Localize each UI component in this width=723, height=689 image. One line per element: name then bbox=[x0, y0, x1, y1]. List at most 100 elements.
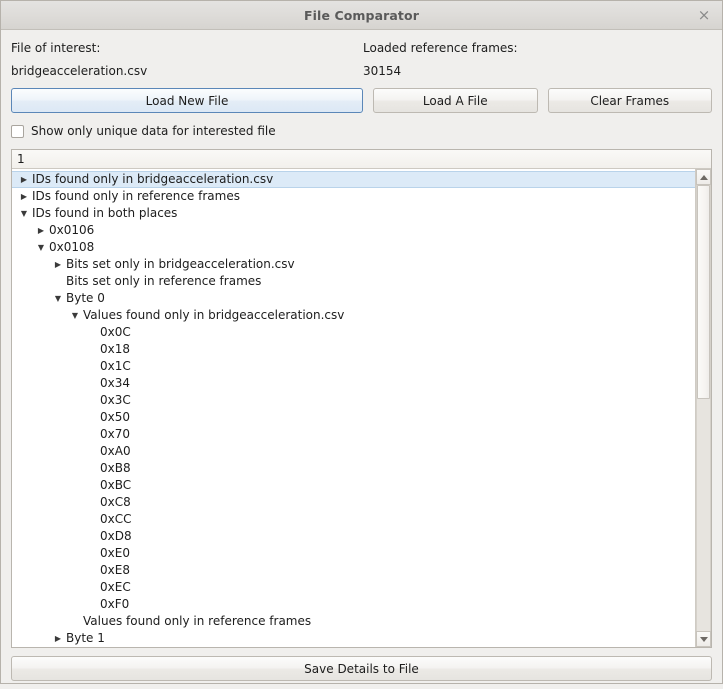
tree-row-label: IDs found in both places bbox=[32, 205, 181, 222]
tree-expander-expanded-icon[interactable]: ▼ bbox=[16, 205, 32, 222]
tree-row-content[interactable]: ▶0xCC bbox=[80, 511, 695, 528]
clear-frames-button[interactable]: Clear Frames bbox=[548, 88, 713, 113]
comparison-tree-view[interactable]: 1 ▶IDs found only in bridgeacceleration.… bbox=[11, 149, 712, 648]
tree-row-content[interactable]: ▶0xE0 bbox=[80, 545, 695, 562]
tree-expander-placeholder: ▶ bbox=[84, 528, 100, 545]
tree-expander-expanded-icon[interactable]: ▼ bbox=[50, 290, 66, 307]
tree-row[interactable]: ▶0x3C bbox=[12, 392, 695, 409]
tree-row[interactable]: ▶IDs found only in reference frames bbox=[12, 188, 695, 205]
footer-row: Save Details to File bbox=[11, 656, 712, 681]
tree-row-content[interactable]: ▶0x50 bbox=[80, 409, 695, 426]
tree-row[interactable]: ▶0xB8 bbox=[12, 460, 695, 477]
tree-row[interactable]: ▶0x50 bbox=[12, 409, 695, 426]
tree-expander-collapsed-icon[interactable]: ▶ bbox=[50, 630, 66, 647]
tree-row[interactable]: ▶0x1C bbox=[12, 358, 695, 375]
close-icon[interactable]: × bbox=[694, 5, 714, 25]
tree-row[interactable]: ▶0xC8 bbox=[12, 494, 695, 511]
tree-row-content[interactable]: ▶0x3C bbox=[80, 392, 695, 409]
tree-row[interactable]: ▶Byte 1 bbox=[12, 630, 695, 647]
tree-row[interactable]: ▶Bits set only in reference frames bbox=[12, 273, 695, 290]
tree-row-content[interactable]: ▶0x1C bbox=[80, 358, 695, 375]
tree-row-label: Byte 1 bbox=[66, 630, 109, 647]
tree-row-content[interactable]: ▶0xC8 bbox=[80, 494, 695, 511]
tree-row-content[interactable]: ▶Byte 1 bbox=[46, 630, 695, 647]
tree-row-content[interactable]: ▶0xBC bbox=[80, 477, 695, 494]
tree-row-content[interactable]: ▶0xA0 bbox=[80, 443, 695, 460]
tree-row-content[interactable]: ▶IDs found only in bridgeacceleration.cs… bbox=[12, 171, 695, 188]
tree-row-content[interactable]: ▶0xD8 bbox=[80, 528, 695, 545]
show-only-unique-label[interactable]: Show only unique data for interested fil… bbox=[31, 124, 276, 138]
loaded-reference-frames-group: Loaded reference frames: 30154 bbox=[363, 40, 712, 79]
tree-row-content[interactable]: ▶Bits set only in bridgeacceleration.csv bbox=[46, 256, 695, 273]
tree-expander-placeholder: ▶ bbox=[84, 358, 100, 375]
tree-row[interactable]: ▶0x70 bbox=[12, 426, 695, 443]
tree-row-label: 0xEC bbox=[100, 579, 135, 596]
tree-expander-collapsed-icon[interactable]: ▶ bbox=[16, 188, 32, 205]
tree-row[interactable]: ▶0xBC bbox=[12, 477, 695, 494]
tree-expander-placeholder: ▶ bbox=[84, 511, 100, 528]
tree-row-label: 0x18 bbox=[100, 341, 134, 358]
tree-row-label: Values found only in bridgeacceleration.… bbox=[83, 307, 348, 324]
tree-expander-expanded-icon[interactable]: ▼ bbox=[33, 239, 49, 256]
tree-expander-placeholder: ▶ bbox=[67, 613, 83, 630]
tree-column-header[interactable]: 1 bbox=[12, 150, 711, 169]
tree-row-label: 0x0C bbox=[100, 324, 135, 341]
tree-row-content[interactable]: ▶0xB8 bbox=[80, 460, 695, 477]
tree-row-content[interactable]: ▶0xEC bbox=[80, 579, 695, 596]
tree-rows-container[interactable]: ▶IDs found only in bridgeacceleration.cs… bbox=[12, 169, 695, 647]
tree-row[interactable]: ▶0xA0 bbox=[12, 443, 695, 460]
tree-expander-collapsed-icon[interactable]: ▶ bbox=[50, 256, 66, 273]
tree-row-content[interactable]: ▶0x18 bbox=[80, 341, 695, 358]
tree-row-content[interactable]: ▶Bits set only in reference frames bbox=[46, 273, 695, 290]
tree-row[interactable]: ▼0x0108 bbox=[12, 239, 695, 256]
tree-row[interactable]: ▼Values found only in bridgeacceleration… bbox=[12, 307, 695, 324]
tree-row-content[interactable]: ▼Values found only in bridgeacceleration… bbox=[63, 307, 695, 324]
tree-expander-placeholder: ▶ bbox=[84, 324, 100, 341]
tree-row-content[interactable]: ▶Values found only in reference frames bbox=[63, 613, 695, 630]
tree-expander-placeholder: ▶ bbox=[84, 443, 100, 460]
tree-row-content[interactable]: ▶0x70 bbox=[80, 426, 695, 443]
tree-expander-collapsed-icon[interactable]: ▶ bbox=[33, 222, 49, 239]
tree-row[interactable]: ▶0xD8 bbox=[12, 528, 695, 545]
scroll-down-arrow-icon[interactable] bbox=[696, 631, 711, 647]
tree-expander-collapsed-icon[interactable]: ▶ bbox=[16, 171, 32, 188]
tree-row[interactable]: ▶0x0106 bbox=[12, 222, 695, 239]
scroll-up-arrow-icon[interactable] bbox=[696, 169, 711, 185]
show-only-unique-checkbox[interactable] bbox=[11, 125, 24, 138]
tree-row[interactable]: ▶Bits set only in bridgeacceleration.csv bbox=[12, 256, 695, 273]
load-a-file-button[interactable]: Load A File bbox=[373, 88, 538, 113]
tree-row-label: 0xC8 bbox=[100, 494, 135, 511]
show-only-unique-row[interactable]: Show only unique data for interested fil… bbox=[11, 123, 712, 139]
tree-row[interactable]: ▶0xCC bbox=[12, 511, 695, 528]
tree-vertical-scrollbar[interactable] bbox=[695, 169, 711, 647]
tree-body-wrap: ▶IDs found only in bridgeacceleration.cs… bbox=[12, 169, 711, 647]
tree-row[interactable]: ▼Byte 0 bbox=[12, 290, 695, 307]
tree-row[interactable]: ▶IDs found only in bridgeacceleration.cs… bbox=[12, 171, 695, 188]
load-new-file-button[interactable]: Load New File bbox=[11, 88, 363, 113]
tree-row-content[interactable]: ▼IDs found in both places bbox=[12, 205, 695, 222]
tree-row[interactable]: ▼IDs found in both places bbox=[12, 205, 695, 222]
tree-row-content[interactable]: ▶IDs found only in reference frames bbox=[12, 188, 695, 205]
tree-row[interactable]: ▶0x34 bbox=[12, 375, 695, 392]
tree-row[interactable]: ▶0xF0 bbox=[12, 596, 695, 613]
tree-row-content[interactable]: ▶0x34 bbox=[80, 375, 695, 392]
tree-expander-placeholder: ▶ bbox=[84, 392, 100, 409]
tree-expander-expanded-icon[interactable]: ▼ bbox=[67, 307, 83, 324]
tree-row-content[interactable]: ▶0x0106 bbox=[29, 222, 695, 239]
tree-row[interactable]: ▶0xE8 bbox=[12, 562, 695, 579]
scrollbar-track[interactable] bbox=[696, 185, 711, 631]
tree-row[interactable]: ▶0xEC bbox=[12, 579, 695, 596]
save-details-to-file-button[interactable]: Save Details to File bbox=[11, 656, 712, 681]
tree-row[interactable]: ▶0xE0 bbox=[12, 545, 695, 562]
tree-row-content[interactable]: ▼0x0108 bbox=[29, 239, 695, 256]
tree-row-label: Values found only in reference frames bbox=[83, 613, 315, 630]
tree-row[interactable]: ▶0x18 bbox=[12, 341, 695, 358]
tree-row-content[interactable]: ▶0xF0 bbox=[80, 596, 695, 613]
tree-row[interactable]: ▶Values found only in reference frames bbox=[12, 613, 695, 630]
scrollbar-thumb[interactable] bbox=[697, 185, 710, 399]
tree-row[interactable]: ▶0x0C bbox=[12, 324, 695, 341]
tree-row-content[interactable]: ▶0xE8 bbox=[80, 562, 695, 579]
tree-row-content[interactable]: ▶0x0C bbox=[80, 324, 695, 341]
tree-row-content[interactable]: ▼Byte 0 bbox=[46, 290, 695, 307]
tree-row-label: IDs found only in bridgeacceleration.csv bbox=[32, 171, 277, 188]
